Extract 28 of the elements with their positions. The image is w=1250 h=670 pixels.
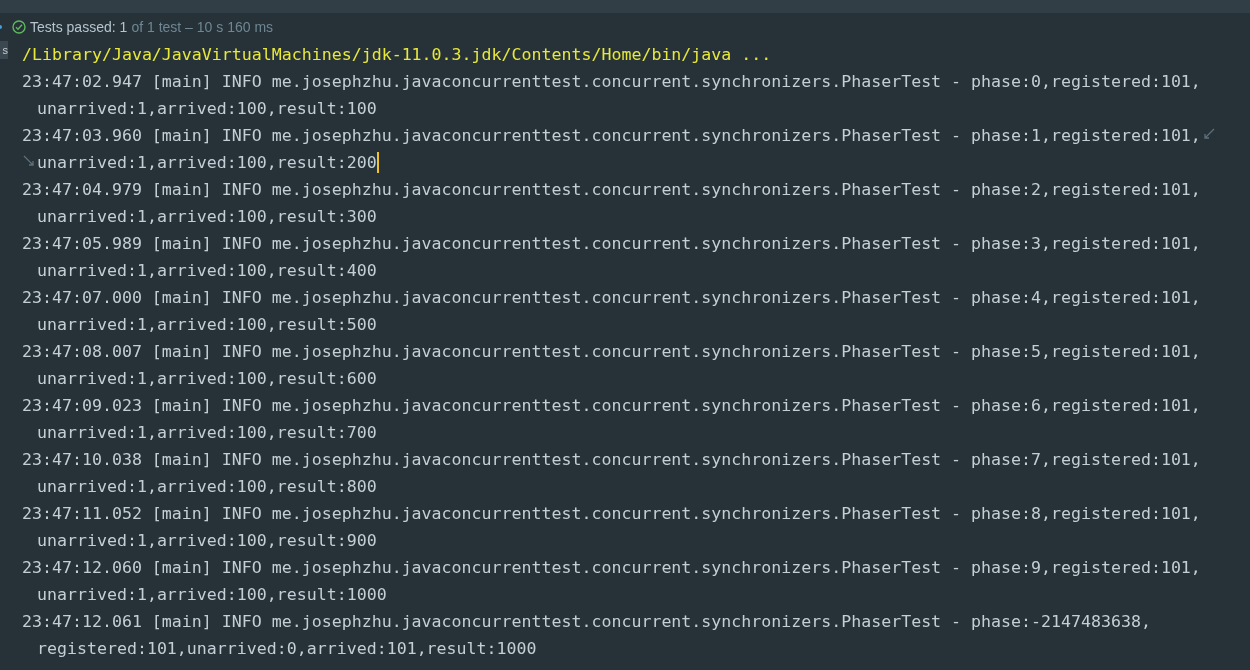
log-line: 23:47:08.007 [main] INFO me.josephzhu.javaconcurrenttest.concurrent.synchronizers.PhaserTest - phase:5,registered:101, xyxy=(22,341,1201,363)
log-line-continuation: unarrived:1,arrived:100,result:700 xyxy=(37,422,377,444)
log-line: 23:47:02.947 [main] INFO me.josephzhu.javaconcurrenttest.concurrent.synchronizers.PhaserTest - phase:0,registered:101, xyxy=(22,71,1201,93)
log-line: 23:47:11.052 [main] INFO me.josephzhu.javaconcurrenttest.concurrent.synchronizers.PhaserTest - phase:8,registered:101, xyxy=(22,503,1201,525)
log-line-continuation: unarrived:1,arrived:100,result:600 xyxy=(37,368,377,390)
side-tab[interactable]: s xyxy=(0,41,8,59)
log-line-continuation: unarrived:1,arrived:100,result:200 xyxy=(37,152,377,174)
log-line: 23:47:12.061 [main] INFO me.josephzhu.javaconcurrenttest.concurrent.synchronizers.PhaserTest - phase:-2147483638, xyxy=(22,611,1151,633)
soft-wrap-icon xyxy=(22,154,36,168)
log-line: 23:47:07.000 [main] INFO me.josephzhu.javaconcurrenttest.concurrent.synchronizers.PhaserTest - phase:4,registered:101, xyxy=(22,287,1201,309)
command-line: /Library/Java/JavaVirtualMachines/jdk-11.0.3.jdk/Contents/Home/bin/java ... xyxy=(22,44,773,66)
log-line: 23:47:03.960 [main] INFO me.josephzhu.javaconcurrenttest.concurrent.synchronizers.PhaserTest - phase:1,registered:101, xyxy=(22,125,1201,147)
log-line-continuation: unarrived:1,arrived:100,result:500 xyxy=(37,314,377,336)
status-label: Tests passed: xyxy=(30,19,116,35)
log-line-continuation: unarrived:1,arrived:100,result:400 xyxy=(37,260,377,282)
log-line: 23:47:10.038 [main] INFO me.josephzhu.javaconcurrenttest.concurrent.synchronizers.PhaserTest - phase:7,registered:101, xyxy=(22,449,1201,471)
log-line: 23:47:04.979 [main] INFO me.josephzhu.javaconcurrenttest.concurrent.synchronizers.PhaserTest - phase:2,registered:101, xyxy=(22,179,1201,201)
log-line-continuation: unarrived:1,arrived:100,result:300 xyxy=(37,206,377,228)
log-line-continuation: unarrived:1,arrived:100,result:900 xyxy=(37,530,377,552)
log-line: 23:47:09.023 [main] INFO me.josephzhu.javaconcurrenttest.concurrent.synchronizers.PhaserTest - phase:6,registered:101, xyxy=(22,395,1201,417)
status-detail: of 1 test – 10 s 160 ms xyxy=(131,19,274,35)
log-line: 23:47:12.060 [main] INFO me.josephzhu.javaconcurrenttest.concurrent.synchronizers.PhaserTest - phase:9,registered:101, xyxy=(22,557,1201,579)
log-line-continuation: registered:101,unarrived:0,arrived:101,result:1000 xyxy=(37,638,537,660)
log-line-continuation: unarrived:1,arrived:100,result:100 xyxy=(37,98,377,120)
log-line-continuation: unarrived:1,arrived:100,result:1000 xyxy=(37,584,387,606)
log-line: 23:47:05.989 [main] INFO me.josephzhu.javaconcurrenttest.concurrent.synchronizers.PhaserTest - phase:3,registered:101, xyxy=(22,233,1201,255)
log-line-continuation: unarrived:1,arrived:100,result:800 xyxy=(37,476,377,498)
passed-count: 1 xyxy=(119,19,128,35)
